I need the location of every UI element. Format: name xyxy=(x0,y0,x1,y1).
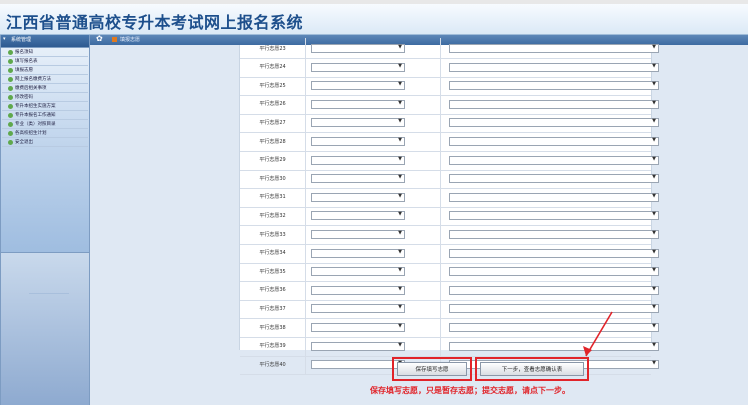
annotation-arrow xyxy=(583,311,613,357)
annotation-note: 保存填写志愿，只是暂存志愿；提交志愿，请点下一步。 xyxy=(370,386,570,395)
